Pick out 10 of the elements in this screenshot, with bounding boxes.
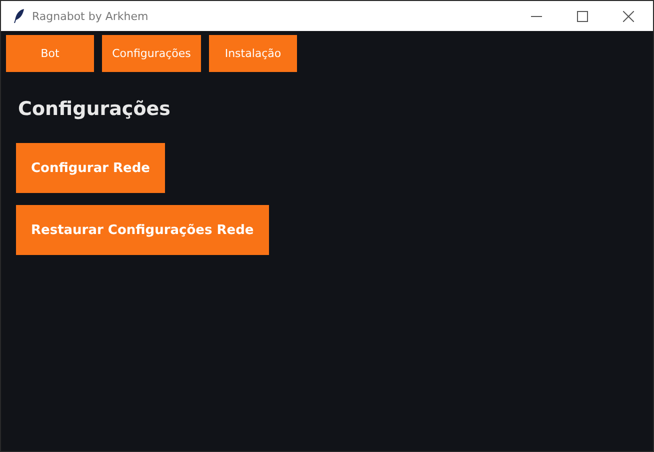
action-button[interactable]: Configurar Rede — [16, 143, 165, 193]
tab[interactable]: Instalação — [209, 35, 297, 72]
close-icon[interactable] — [623, 10, 634, 22]
maximize-icon[interactable] — [577, 10, 588, 22]
tab[interactable]: Configurações — [102, 35, 201, 72]
section-heading: Configurações — [18, 98, 170, 120]
action-button[interactable]: Restaurar Configurações Rede — [16, 205, 269, 255]
feather-icon — [13, 8, 25, 24]
tab[interactable]: Bot — [6, 35, 94, 72]
window-title: Ragnabot by Arkhem — [32, 10, 148, 22]
